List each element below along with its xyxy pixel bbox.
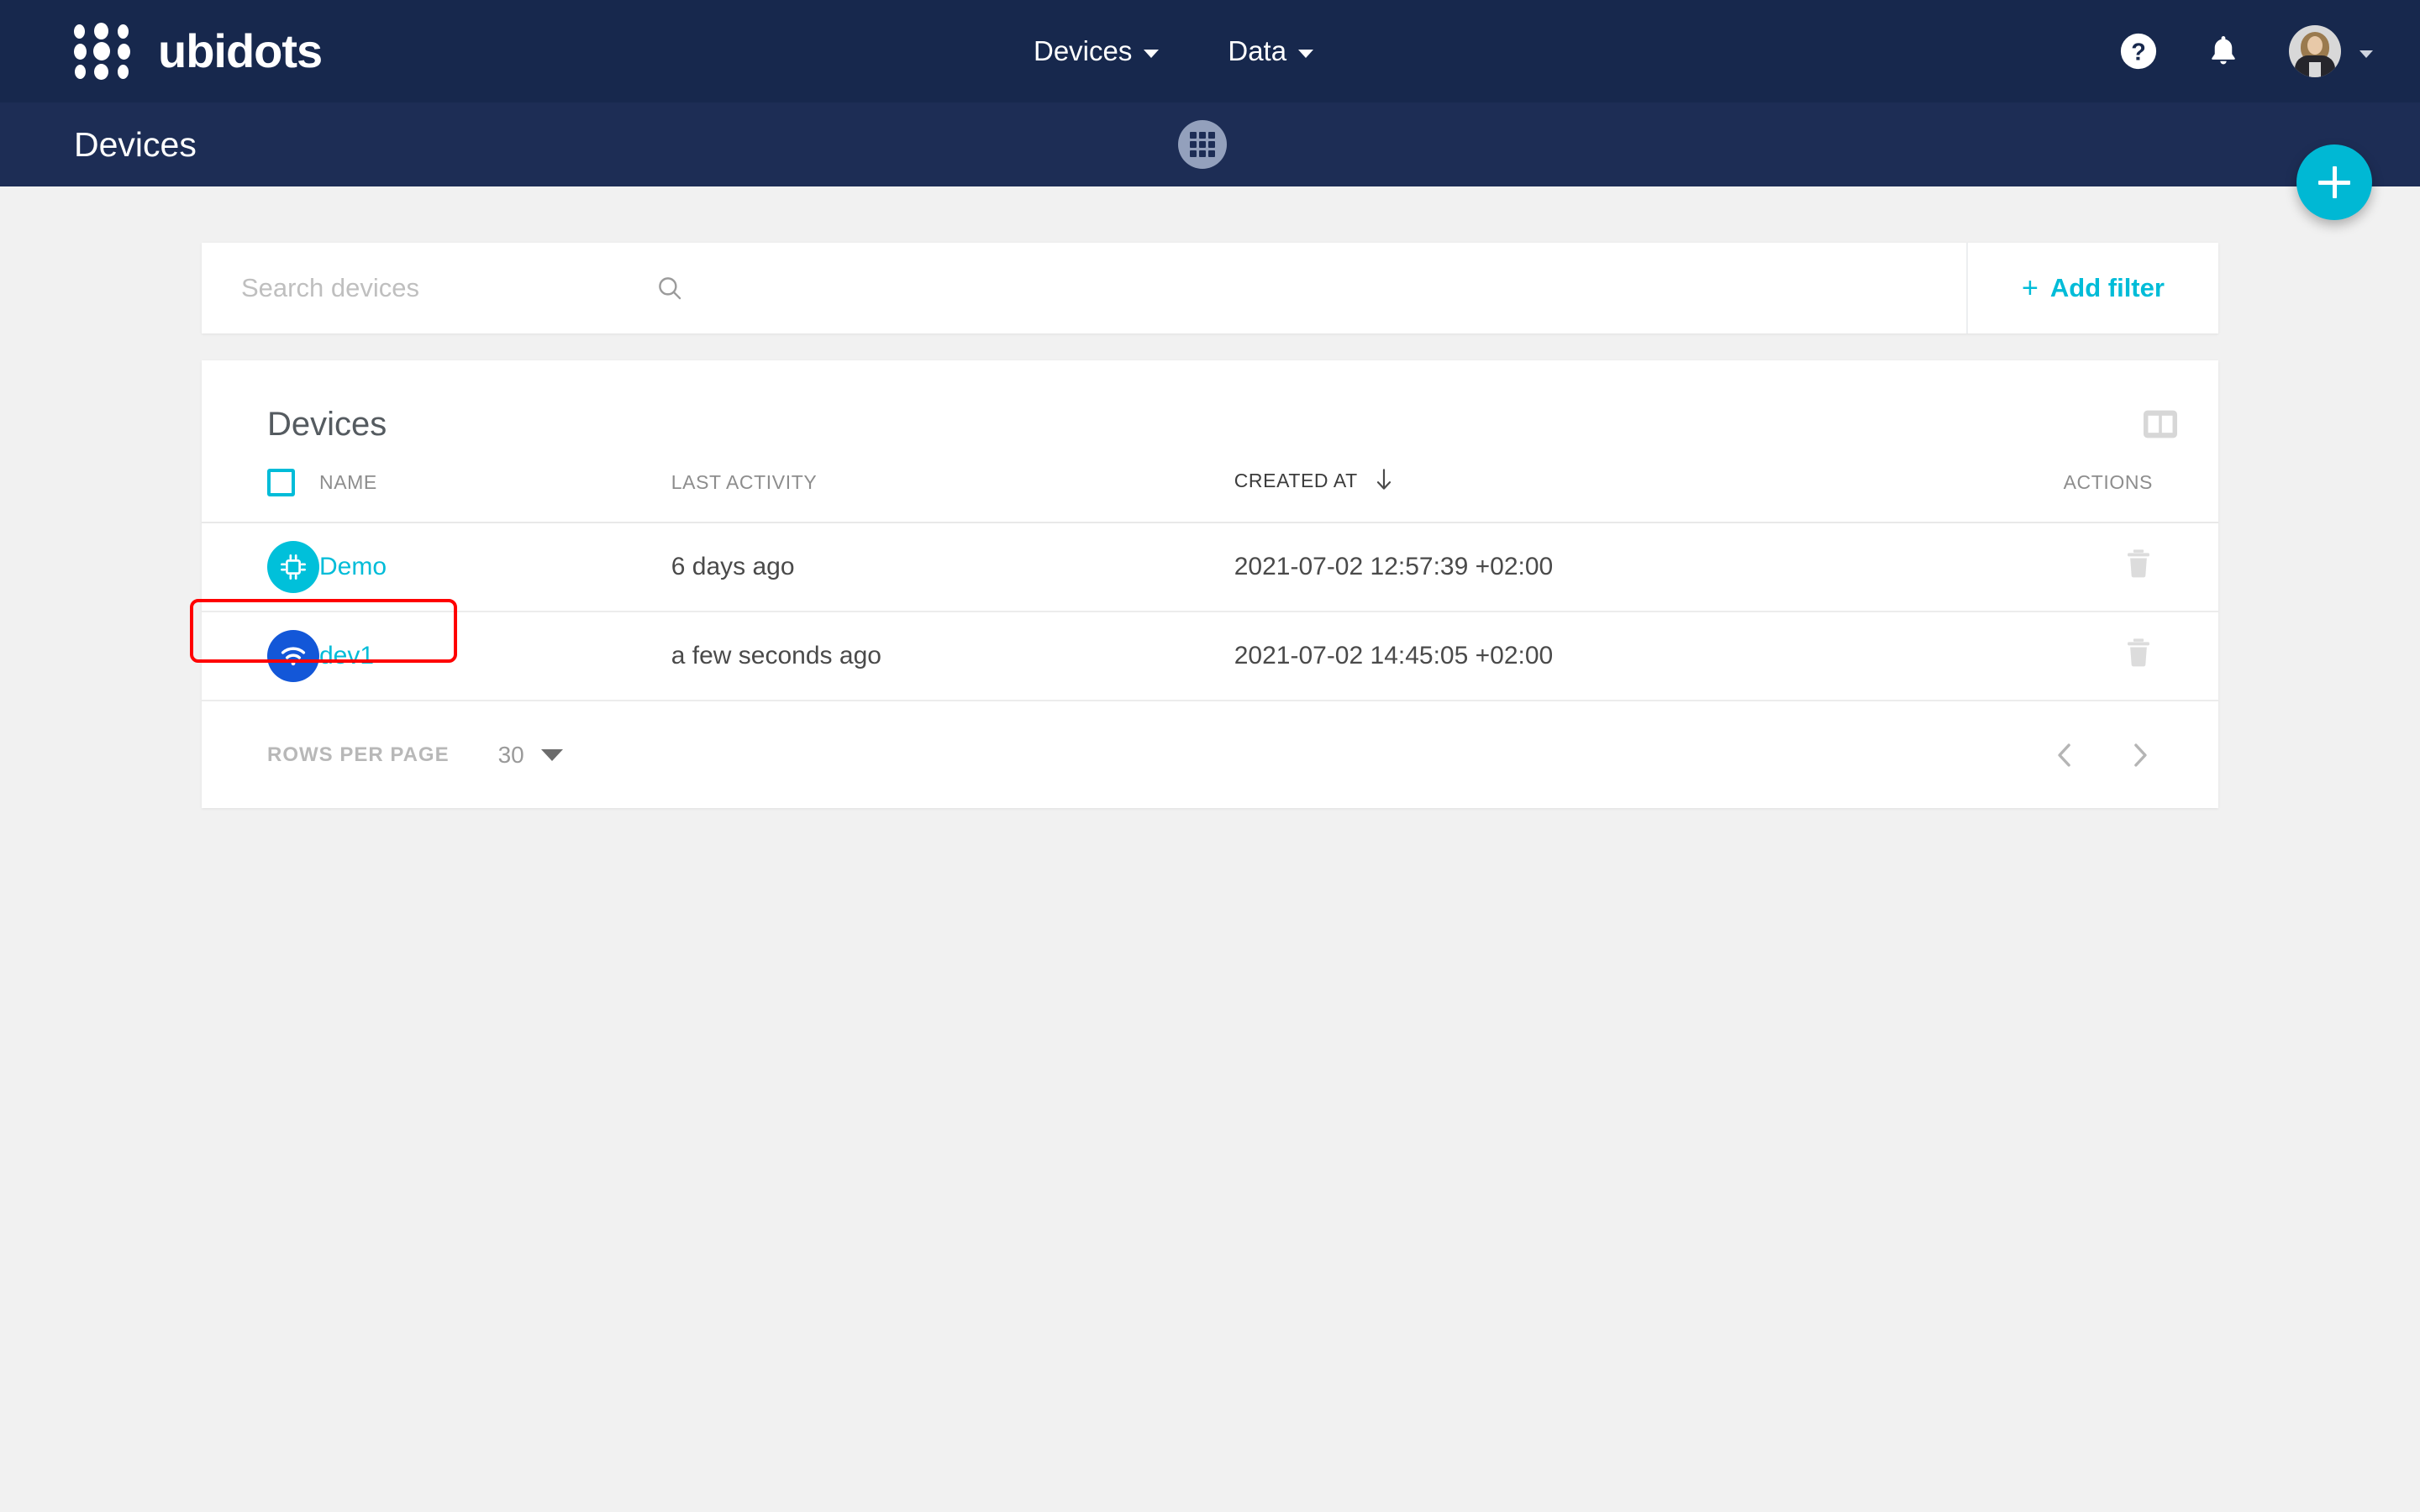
search-panel: + Add filter (202, 243, 2218, 333)
user-avatar (2289, 25, 2341, 77)
nav-utilities: ? (2119, 25, 2373, 77)
chevron-right-icon[interactable] (2128, 741, 2153, 769)
grid-apps-glyph (1190, 132, 1215, 157)
devices-table: NAME LAST ACTIVITY CREATED AT ACTIONS (202, 453, 2218, 701)
wifi-icon (267, 630, 319, 682)
nav-item-devices[interactable]: Devices (1034, 35, 1159, 67)
trash-icon[interactable] (2124, 548, 2153, 580)
pagination-controls (2052, 741, 2153, 769)
help-circle-icon[interactable]: ? (2119, 32, 2158, 71)
devices-table-panel: Devices NAME LAST ACTIVITY CRE (202, 360, 2218, 808)
table-row[interactable]: Demo 6 days ago 2021-07-02 12:57:39 +02:… (202, 522, 2218, 612)
device-actions-cell (2064, 522, 2218, 612)
column-header-created-at-label: CREATED AT (1234, 470, 1358, 491)
table-header-bar: Devices (202, 360, 2218, 453)
add-filter-button[interactable]: + Add filter (1966, 243, 2218, 333)
device-icon-cell (202, 612, 319, 701)
primary-nav: Devices Data (1034, 0, 1313, 102)
chevron-down-icon (2360, 50, 2373, 58)
bell-icon[interactable] (2205, 32, 2242, 71)
arrow-down-icon (1373, 468, 1395, 496)
device-created-at: 2021-07-02 12:57:39 +02:00 (1234, 522, 2064, 612)
microchip-icon (267, 541, 319, 593)
device-name-cell: Demo (319, 522, 671, 612)
table-footer: ROWS PER PAGE 30 (202, 701, 2218, 808)
nav-item-data[interactable]: Data (1228, 35, 1313, 67)
page-subheader: Devices (0, 102, 2420, 186)
column-header-name[interactable]: NAME (319, 453, 671, 522)
search-input[interactable] (241, 273, 678, 303)
device-name-cell: dev1 (319, 612, 671, 701)
column-header-last-activity[interactable]: LAST ACTIVITY (671, 453, 1234, 522)
nav-item-data-label: Data (1228, 35, 1286, 67)
table-row[interactable]: dev1 a few seconds ago 2021-07-02 14:45:… (202, 612, 2218, 701)
plus-icon: + (2022, 274, 2039, 302)
caret-down-icon[interactable] (541, 749, 563, 761)
table-header-row: NAME LAST ACTIVITY CREATED AT ACTIONS (202, 453, 2218, 522)
nav-item-devices-label: Devices (1034, 35, 1132, 67)
top-navigation-bar: ubidots Devices Data ? (0, 0, 2420, 102)
select-all-cell (202, 453, 319, 522)
search-area (202, 243, 1966, 333)
search-icon[interactable] (655, 274, 684, 302)
page-title: Devices (74, 125, 197, 165)
chevron-down-icon (1144, 50, 1159, 58)
brand-logo[interactable]: ubidots (74, 23, 322, 80)
devices-table-body: Demo 6 days ago 2021-07-02 12:57:39 +02:… (202, 522, 2218, 701)
columns-layout-icon[interactable] (2142, 407, 2179, 441)
trash-icon[interactable] (2124, 637, 2153, 669)
device-name-link[interactable]: Demo (319, 553, 387, 580)
grid-apps-icon[interactable] (1178, 120, 1227, 169)
device-created-at: 2021-07-02 14:45:05 +02:00 (1234, 612, 2064, 701)
ubidots-dots-logo-icon (74, 23, 139, 80)
devices-table-head: NAME LAST ACTIVITY CREATED AT ACTIONS (202, 453, 2218, 522)
device-last-activity: a few seconds ago (671, 612, 1234, 701)
column-header-actions: ACTIONS (2064, 453, 2218, 522)
select-all-checkbox[interactable] (267, 469, 295, 496)
add-device-button[interactable] (2296, 144, 2372, 220)
chevron-down-icon (1298, 50, 1313, 58)
account-menu[interactable] (2289, 25, 2373, 77)
column-header-created-at[interactable]: CREATED AT (1234, 453, 2064, 522)
device-actions-cell (2064, 612, 2218, 701)
plus-icon-vertical (2333, 166, 2337, 198)
svg-text:?: ? (2131, 39, 2146, 66)
rows-per-page-label: ROWS PER PAGE (267, 743, 450, 767)
device-last-activity: 6 days ago (671, 522, 1234, 612)
add-filter-label: Add filter (2050, 273, 2165, 303)
chevron-left-icon[interactable] (2052, 741, 2077, 769)
rows-per-page-value[interactable]: 30 (498, 742, 524, 769)
device-icon-cell (202, 522, 319, 612)
table-title: Devices (267, 406, 387, 444)
device-name-link[interactable]: dev1 (319, 642, 374, 669)
page-content: + Add filter Devices NAME (0, 186, 2420, 808)
brand-name: ubidots (158, 28, 322, 75)
